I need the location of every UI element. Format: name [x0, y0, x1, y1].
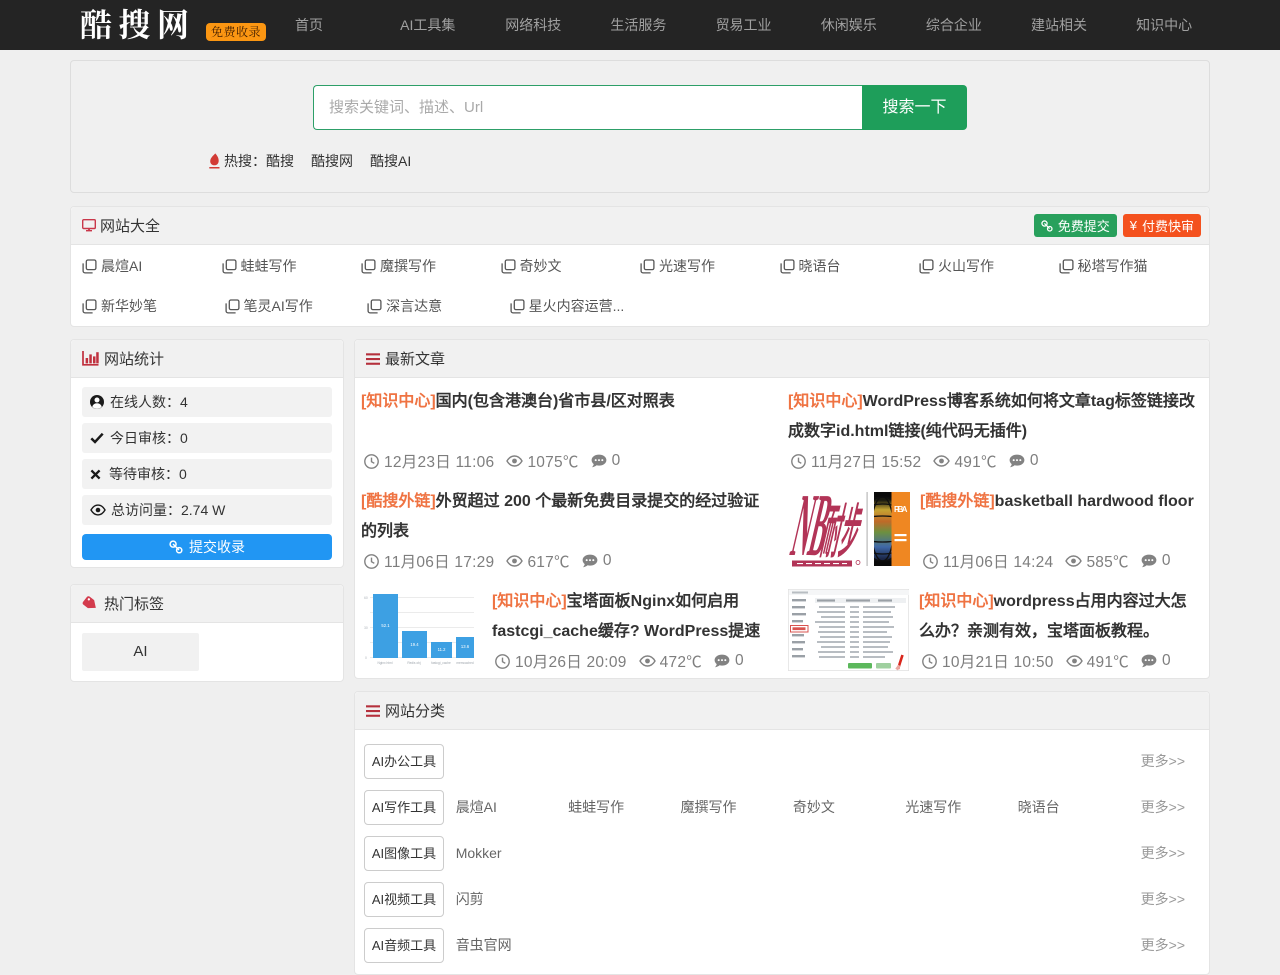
svg-text:19.4: 19.4 — [410, 642, 419, 647]
svg-text:memcached: memcached — [456, 661, 474, 665]
svg-text:FIBA: FIBA — [894, 505, 908, 514]
svg-text:Nginx html: Nginx html — [377, 661, 392, 665]
svg-text:11.2: 11.2 — [438, 647, 447, 652]
svg-text:fastcgi_cache: fastcgi_cache — [431, 661, 451, 665]
svg-text:60: 60 — [364, 596, 368, 600]
svg-text:0: 0 — [365, 656, 367, 660]
svg-text:52.1: 52.1 — [381, 623, 390, 628]
svg-text:30: 30 — [364, 626, 368, 630]
svg-text:13.6: 13.6 — [461, 644, 470, 649]
svg-text:Redis obj: Redis obj — [407, 661, 421, 665]
